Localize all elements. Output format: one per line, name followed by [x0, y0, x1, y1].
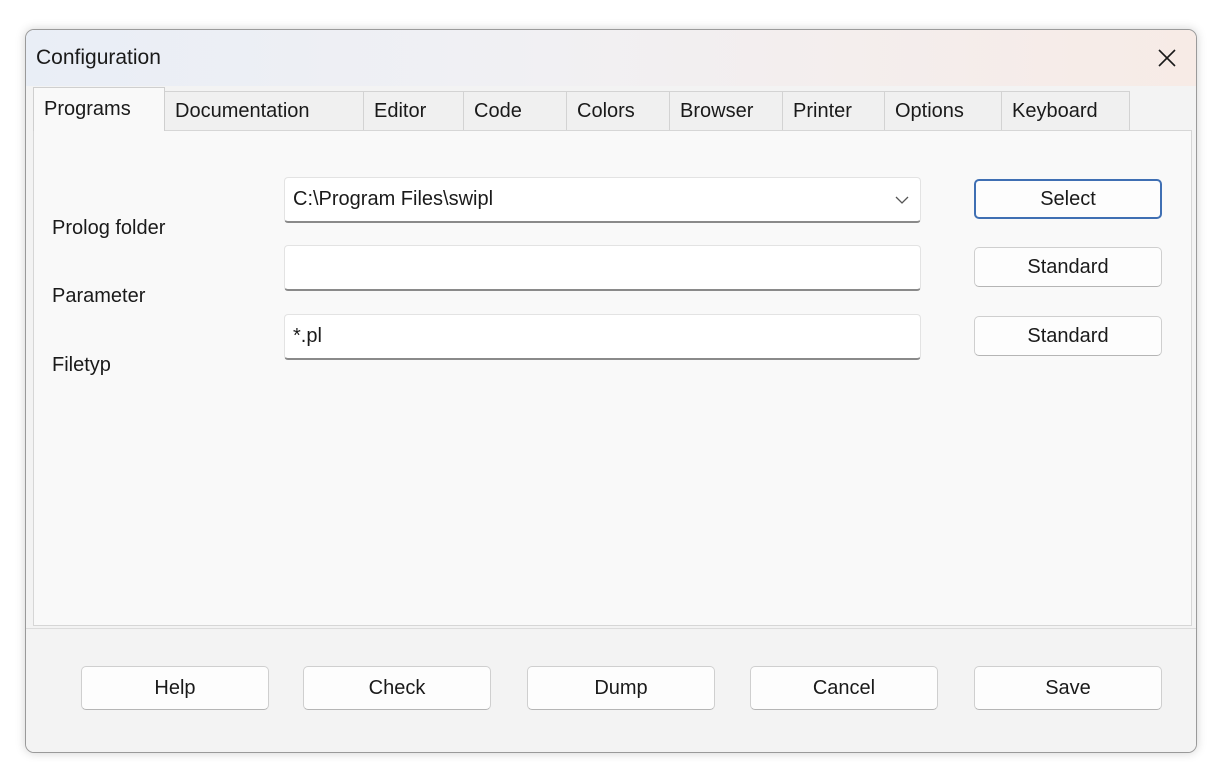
- prolog-folder-combobox[interactable]: C:\Program Files\swipl: [284, 177, 921, 223]
- check-button-label: Check: [368, 676, 426, 699]
- parameter-input[interactable]: [293, 256, 912, 279]
- tab-strip: Programs Documentation Editor Code Color…: [33, 87, 1130, 131]
- tab-label: Options: [895, 100, 964, 122]
- close-icon: [1158, 49, 1176, 67]
- standard-button-label: Standard: [1027, 324, 1109, 347]
- tab-printer[interactable]: Printer: [782, 91, 885, 131]
- filetyp-value: *.pl: [293, 325, 322, 347]
- close-button[interactable]: [1146, 38, 1188, 78]
- standard-button-label: Standard: [1027, 255, 1109, 278]
- chevron-down-icon[interactable]: [894, 193, 910, 207]
- check-button[interactable]: Check: [303, 666, 491, 710]
- tab-label: Colors: [577, 100, 635, 122]
- dump-button[interactable]: Dump: [527, 666, 715, 710]
- tab-programs[interactable]: Programs: [33, 87, 165, 131]
- filetyp-label: Filetyp: [52, 354, 111, 376]
- help-button[interactable]: Help: [81, 666, 269, 710]
- cancel-button-label: Cancel: [812, 676, 876, 699]
- parameter-standard-button[interactable]: Standard: [974, 247, 1162, 287]
- programs-panel: Prolog folder C:\Program Files\swipl Sel…: [33, 130, 1192, 626]
- tab-colors[interactable]: Colors: [566, 91, 670, 131]
- prolog-folder-value: C:\Program Files\swipl: [293, 188, 494, 210]
- button-bar: Help Check Dump Cancel Save: [26, 628, 1196, 752]
- tab-label: Editor: [374, 100, 427, 122]
- parameter-label: Parameter: [52, 285, 146, 307]
- tab-label: Keyboard: [1012, 100, 1098, 122]
- tab-label: Code: [474, 100, 522, 122]
- filetyp-standard-button[interactable]: Standard: [974, 316, 1162, 356]
- tab-browser[interactable]: Browser: [669, 91, 783, 131]
- tab-documentation[interactable]: Documentation: [164, 91, 364, 131]
- select-button-label: Select: [1040, 187, 1096, 210]
- window-title: Configuration: [36, 46, 161, 69]
- select-button[interactable]: Select: [974, 179, 1162, 219]
- tab-editor[interactable]: Editor: [363, 91, 464, 131]
- configuration-dialog: Configuration Programs Documentation Edi…: [25, 29, 1197, 753]
- help-button-label: Help: [154, 676, 196, 699]
- tab-keyboard[interactable]: Keyboard: [1001, 91, 1130, 131]
- parameter-field[interactable]: [284, 245, 921, 291]
- cancel-button[interactable]: Cancel: [750, 666, 938, 710]
- dump-button-label: Dump: [594, 676, 648, 699]
- tab-label: Documentation: [175, 100, 310, 122]
- tab-options[interactable]: Options: [884, 91, 1002, 131]
- tab-label: Programs: [44, 98, 131, 120]
- filetyp-field[interactable]: *.pl: [284, 314, 921, 360]
- tab-label: Browser: [680, 100, 754, 122]
- prolog-folder-label: Prolog folder: [52, 217, 166, 239]
- tab-code[interactable]: Code: [463, 91, 567, 131]
- save-button[interactable]: Save: [974, 666, 1162, 710]
- tab-label: Printer: [793, 100, 852, 122]
- title-bar: Configuration: [26, 30, 1196, 86]
- save-button-label: Save: [1045, 676, 1091, 699]
